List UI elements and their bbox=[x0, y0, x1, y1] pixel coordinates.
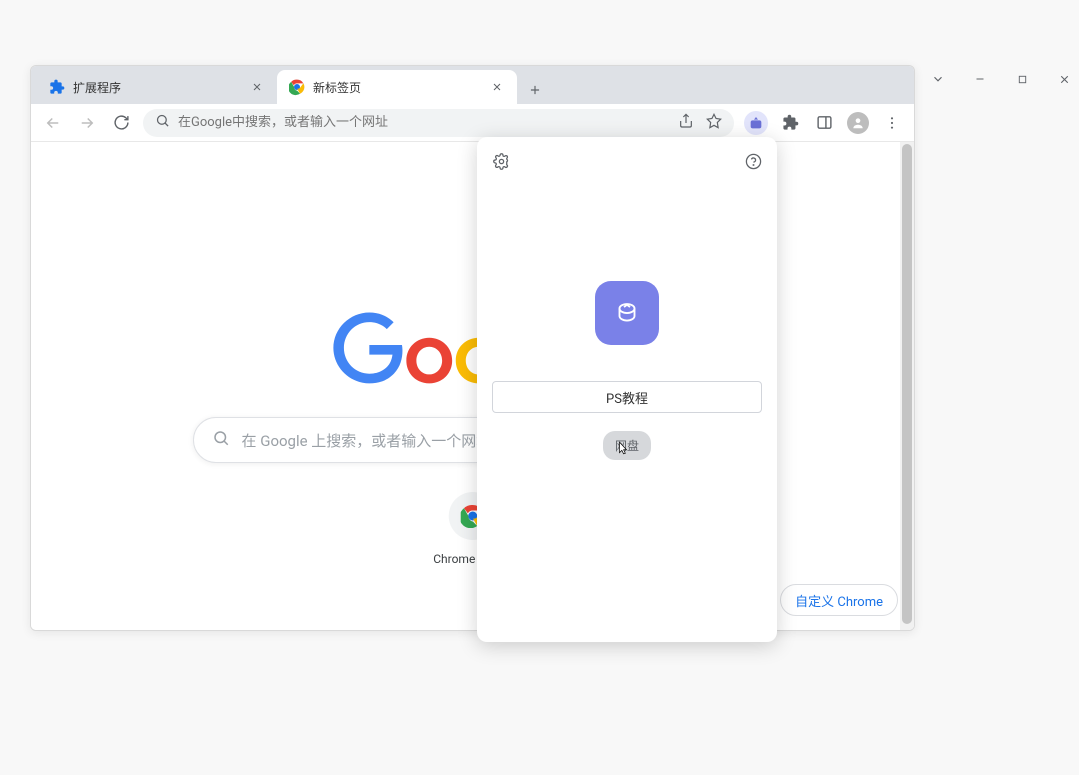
chevron-down-icon[interactable] bbox=[929, 70, 947, 88]
close-icon[interactable] bbox=[489, 79, 505, 95]
popup-search-input[interactable]: PS教程 bbox=[492, 381, 762, 413]
gear-icon[interactable] bbox=[491, 151, 511, 171]
vertical-scrollbar[interactable] bbox=[900, 142, 914, 630]
customize-chrome-button[interactable]: 自定义 Chrome bbox=[780, 584, 898, 616]
omnibox-input[interactable] bbox=[178, 115, 670, 130]
tab-new-tab[interactable]: 新标签页 bbox=[277, 70, 517, 104]
cloud-drive-icon bbox=[595, 281, 659, 345]
tab-title: 扩展程序 bbox=[73, 79, 241, 96]
toolbar bbox=[31, 104, 914, 142]
tab-extensions[interactable]: 扩展程序 bbox=[37, 70, 277, 104]
reload-button[interactable] bbox=[109, 111, 133, 135]
close-icon[interactable] bbox=[249, 79, 265, 95]
window-controls bbox=[929, 70, 1073, 88]
side-panel-icon[interactable] bbox=[812, 111, 836, 135]
help-icon[interactable] bbox=[743, 151, 763, 171]
popup-input-value: PS教程 bbox=[606, 388, 648, 407]
maximize-button[interactable] bbox=[1013, 70, 1031, 88]
browser-window: 扩展程序 新标签页 bbox=[30, 65, 915, 631]
scrollbar-thumb[interactable] bbox=[902, 144, 912, 624]
avatar-icon bbox=[847, 112, 869, 134]
customize-label: 自定义 Chrome bbox=[795, 591, 883, 610]
kebab-menu-icon[interactable] bbox=[880, 111, 904, 135]
popup-wangpan-button[interactable]: 网盘 bbox=[603, 431, 651, 460]
new-tab-button[interactable] bbox=[521, 76, 549, 104]
ntp-search-placeholder: 在 Google 上搜索，或者输入一个网址 bbox=[242, 430, 492, 451]
minimize-button[interactable] bbox=[971, 70, 989, 88]
chrome-icon bbox=[289, 79, 305, 95]
back-button[interactable] bbox=[41, 111, 65, 135]
bookmark-icon[interactable] bbox=[706, 113, 722, 133]
close-window-button[interactable] bbox=[1055, 70, 1073, 88]
tab-strip: 扩展程序 新标签页 bbox=[31, 66, 914, 104]
extension-button[interactable] bbox=[744, 111, 768, 135]
cursor-icon bbox=[616, 441, 630, 455]
search-icon bbox=[212, 429, 230, 451]
omnibox[interactable] bbox=[143, 109, 734, 137]
profile-button[interactable] bbox=[846, 111, 870, 135]
extensions-menu-icon[interactable] bbox=[778, 111, 802, 135]
extension-popup: PS教程 网盘 bbox=[477, 137, 777, 642]
tab-title: 新标签页 bbox=[313, 79, 481, 96]
forward-button[interactable] bbox=[75, 111, 99, 135]
page-content: 在 Google 上搜索，或者输入一个网址 Chrome 应用... 自定义 C… bbox=[31, 142, 914, 630]
puzzle-icon bbox=[49, 79, 65, 95]
share-icon[interactable] bbox=[678, 113, 694, 133]
search-icon bbox=[155, 113, 170, 132]
